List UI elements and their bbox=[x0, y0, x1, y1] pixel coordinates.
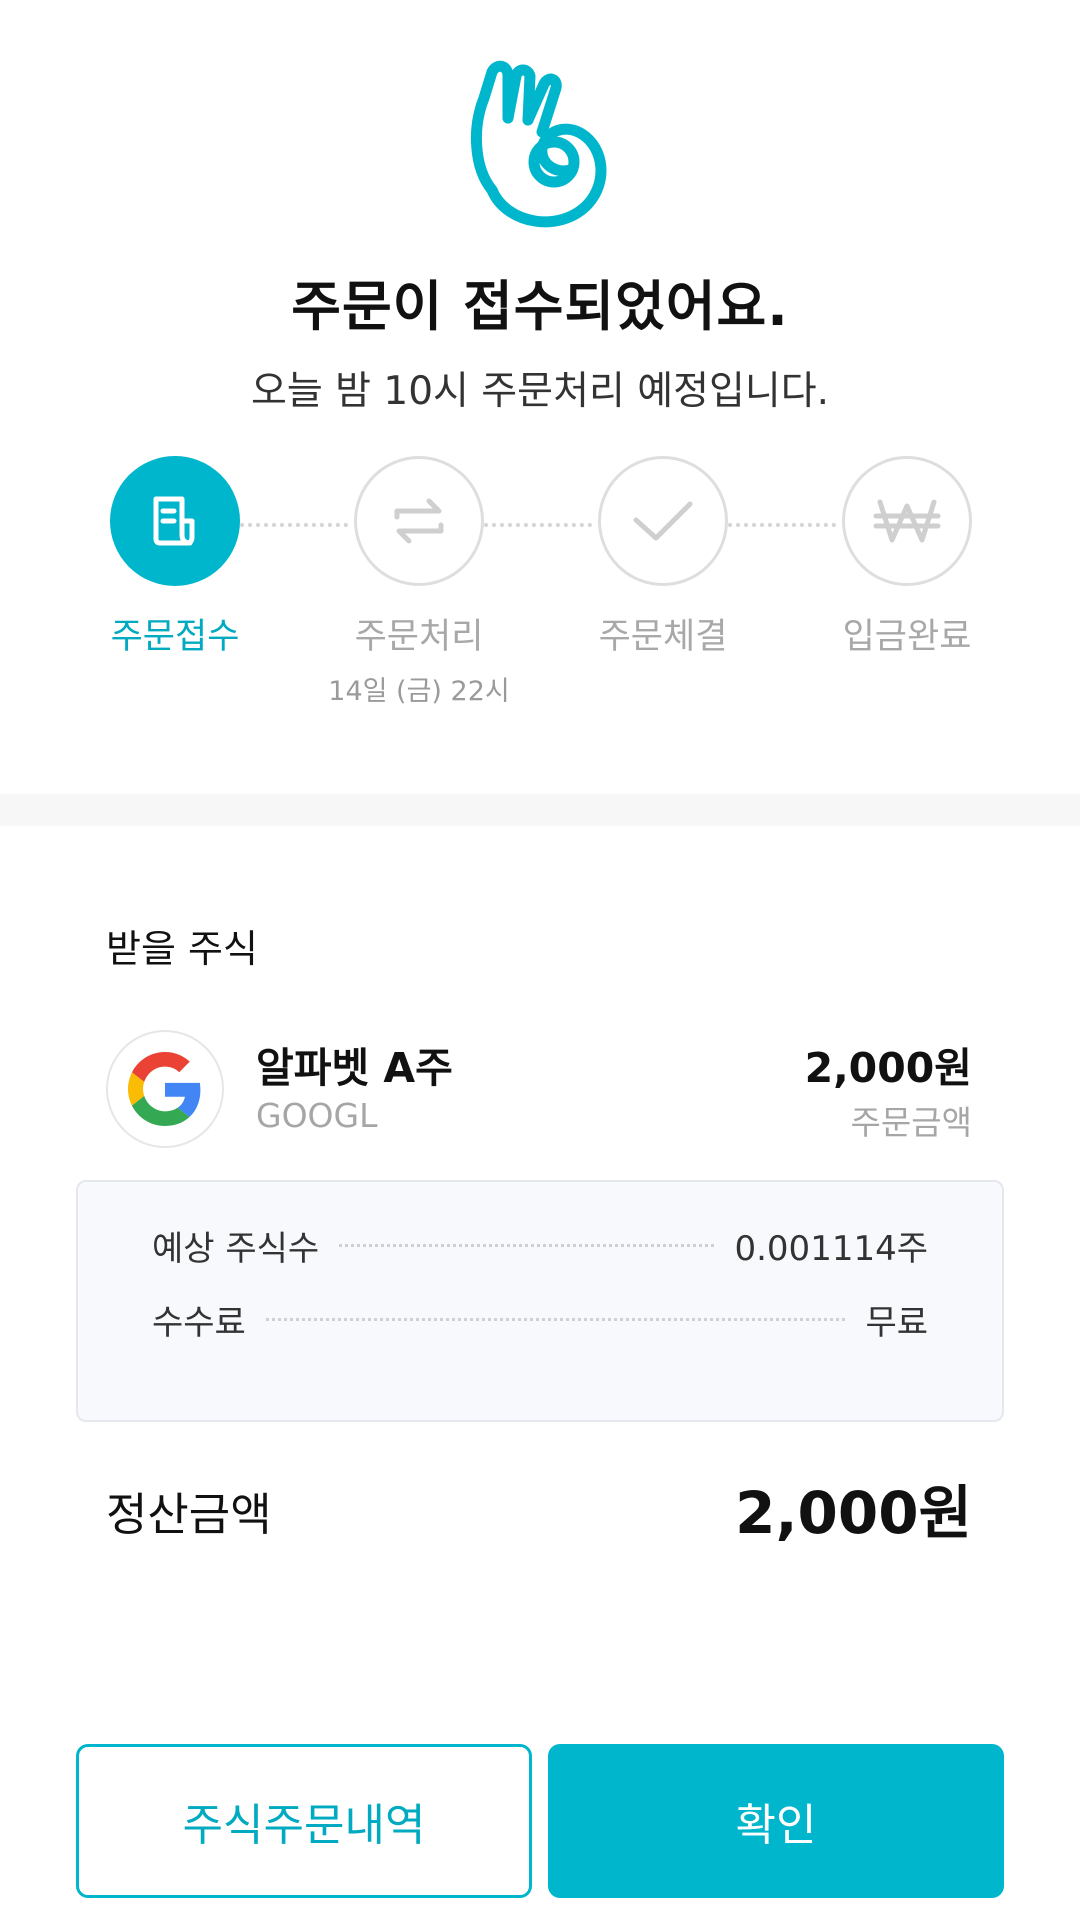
expected-shares-label: 예상 주식수 bbox=[152, 1228, 320, 1269]
section-divider bbox=[0, 794, 1080, 826]
order-history-button[interactable]: 주식주문내역 bbox=[76, 1744, 532, 1898]
exchange-arrows-icon bbox=[394, 498, 444, 544]
won-icon bbox=[873, 499, 941, 543]
fee-row: 수수료 무료 bbox=[152, 1294, 928, 1344]
expected-shares-value: 0.001114주 bbox=[734, 1228, 928, 1269]
step-schedule: 14일 (금) 22시 bbox=[328, 676, 510, 707]
step-deposit-complete: 입금완료 bbox=[787, 456, 1027, 659]
step-label: 주문접수 bbox=[110, 617, 240, 657]
order-details-box: 예상 주식수 0.001114주 수수료 무료 bbox=[76, 1180, 1004, 1422]
step-circle bbox=[110, 456, 240, 586]
step-label: 주문체결 bbox=[598, 617, 728, 657]
step-circle bbox=[598, 456, 728, 586]
expected-shares-row: 예상 주식수 0.001114주 bbox=[152, 1220, 928, 1270]
order-amount-label: 주문금액 bbox=[850, 1103, 972, 1142]
order-progress-steps: 주문접수 주문처리 14일 (금) 22시 주문체결 입금완료 bbox=[0, 456, 1080, 716]
page-title: 주문이 접수되었어요. bbox=[291, 275, 789, 338]
step-label: 입금완료 bbox=[842, 617, 972, 657]
fee-label: 수수료 bbox=[152, 1302, 246, 1343]
step-circle bbox=[842, 456, 972, 586]
step-circle bbox=[354, 456, 484, 586]
step-order-processing: 주문처리 14일 (금) 22시 bbox=[299, 456, 539, 708]
step-label: 주문처리 bbox=[354, 617, 484, 657]
dotted-leader bbox=[265, 1317, 846, 1321]
check-icon bbox=[633, 501, 693, 541]
google-logo-icon bbox=[106, 1030, 224, 1148]
step-order-executed: 주문체결 bbox=[543, 456, 783, 659]
stock-name: 알파벳 A주 bbox=[256, 1044, 453, 1092]
receiving-stock-title: 받을 주식 bbox=[106, 927, 258, 971]
dotted-leader bbox=[339, 1243, 715, 1247]
document-icon bbox=[153, 496, 195, 546]
fee-value: 무료 bbox=[865, 1302, 928, 1343]
step-order-received: 주문접수 bbox=[55, 456, 295, 659]
google-g-icon bbox=[128, 1052, 201, 1126]
settlement-amount-value: 2,000원 bbox=[735, 1479, 972, 1547]
stock-ticker: GOOGL bbox=[256, 1096, 378, 1135]
settlement-amount-label: 정산금액 bbox=[106, 1488, 272, 1541]
stock-item: 알파벳 A주 GOOGL 2,000원 주문금액 bbox=[106, 1030, 972, 1150]
page-subtitle: 오늘 밤 10시 주문처리 예정입니다. bbox=[250, 369, 830, 414]
order-amount: 2,000원 bbox=[804, 1044, 972, 1092]
ok-hand-icon bbox=[471, 60, 607, 228]
confirm-button[interactable]: 확인 bbox=[548, 1744, 1004, 1898]
